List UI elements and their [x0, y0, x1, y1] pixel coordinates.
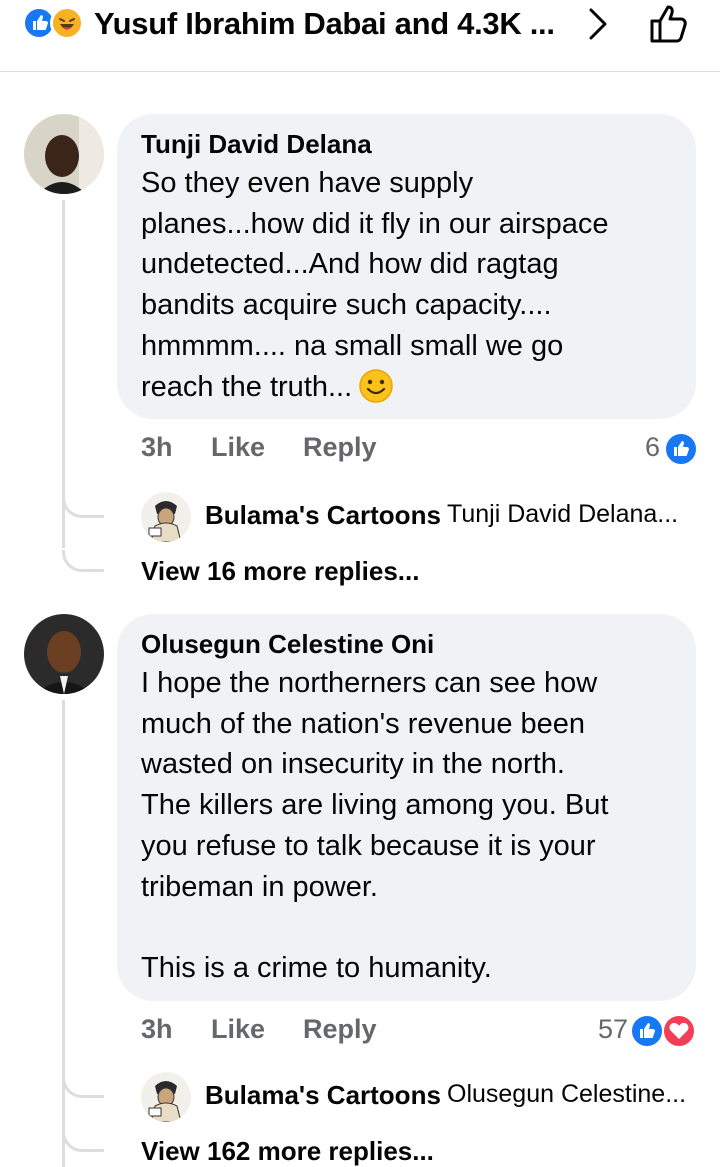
comment-bubble: Olusegun Celestine Oni I hope the northe… [117, 614, 696, 1001]
chevron-right-icon[interactable] [582, 6, 614, 42]
commenter-avatar[interactable] [24, 114, 104, 194]
commenter-avatar[interactable] [24, 614, 104, 694]
reaction-count[interactable]: 6 [600, 432, 698, 468]
comment-author[interactable]: Olusegun Celestine Oni [141, 628, 672, 660]
like-reaction-icon [630, 1014, 664, 1048]
view-more-replies[interactable]: View 16 more replies... [141, 556, 419, 587]
reply-snippet: Olusegun Celestine... [447, 1080, 687, 1108]
smile-emoji-icon [359, 368, 393, 403]
thread-connector [62, 1076, 104, 1098]
like-reaction-icon [664, 432, 698, 466]
thread-connector [62, 550, 104, 572]
reply-avatar [141, 1072, 191, 1122]
reaction-count-number: 57 [597, 1014, 628, 1044]
like-button-icon[interactable] [646, 2, 690, 46]
comment-time[interactable]: 3h [141, 432, 173, 463]
view-more-replies[interactable]: View 162 more replies... [141, 1136, 434, 1167]
reply-button[interactable]: Reply [303, 1014, 377, 1045]
reply-author: Bulama's Cartoons [205, 1080, 441, 1110]
haha-reaction-icon [50, 6, 84, 40]
comment-text: So they even have supply planes...how di… [141, 163, 672, 407]
reaction-icons[interactable] [22, 6, 88, 40]
comment-actions: 3h Like Reply [141, 432, 401, 468]
comments-header: Yusuf Ibrahim Dabai and 4.3K ... [0, 0, 720, 72]
like-button[interactable]: Like [211, 1014, 265, 1045]
comment-author[interactable]: Tunji David Delana [141, 128, 672, 160]
reply-author: Bulama's Cartoons [205, 500, 441, 530]
reply-snippet: Tunji David Delana... [447, 500, 679, 528]
thread-line [62, 700, 65, 1167]
reactions-summary-title[interactable]: Yusuf Ibrahim Dabai and 4.3K ... [94, 6, 555, 42]
comment-text: I hope the northerners can see how much … [141, 667, 609, 984]
reply-preview[interactable]: Bulama's Cartoons Olusegun Celestine... [141, 1072, 701, 1124]
love-reaction-icon [662, 1014, 696, 1048]
comment-bubble: Tunji David Delana So they even have sup… [117, 114, 696, 419]
like-button[interactable]: Like [211, 432, 265, 463]
reply-preview[interactable]: Bulama's Cartoons Tunji David Delana... [141, 492, 701, 544]
reaction-count-number: 6 [644, 432, 660, 462]
reply-avatar [141, 492, 191, 542]
reaction-count[interactable]: 57 [560, 1014, 698, 1050]
thread-connector [62, 1130, 104, 1152]
comment-actions: 3h Like Reply [141, 1014, 401, 1050]
reply-button[interactable]: Reply [303, 432, 377, 463]
thread-connector [62, 496, 104, 518]
comment-time[interactable]: 3h [141, 1014, 173, 1045]
